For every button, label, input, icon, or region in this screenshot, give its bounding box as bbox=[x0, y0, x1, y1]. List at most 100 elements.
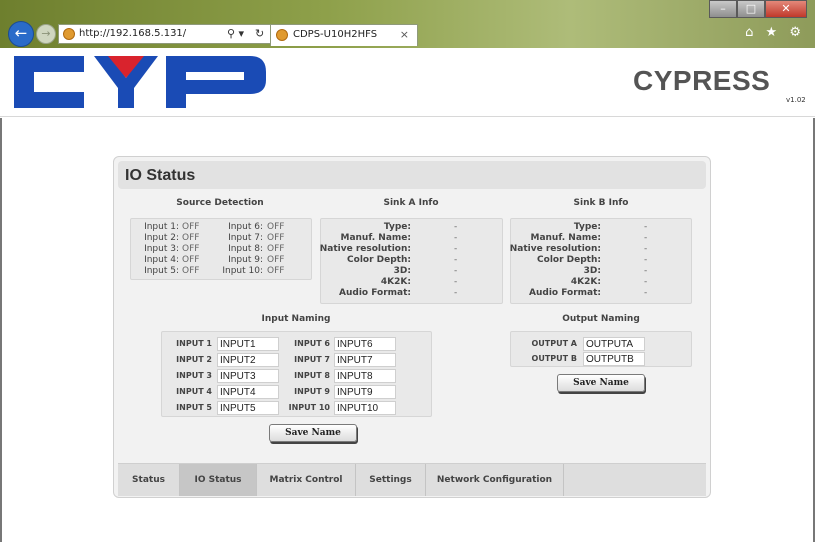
source-value: OFF bbox=[267, 244, 285, 254]
source-value: OFF bbox=[182, 222, 200, 232]
page-title: IO Status bbox=[125, 167, 196, 184]
brand-name: CYPRESS bbox=[633, 65, 771, 96]
output-naming-heading: Output Naming bbox=[562, 314, 640, 324]
input-name-label: INPUT 2 bbox=[176, 355, 212, 364]
input-name-field[interactable] bbox=[217, 385, 279, 399]
output-name-field[interactable] bbox=[583, 337, 645, 351]
version-label: v1.02 bbox=[786, 96, 806, 104]
minimize-button[interactable]: – bbox=[709, 0, 737, 18]
site-icon bbox=[63, 28, 75, 40]
back-arrow-icon[interactable]: ← bbox=[8, 21, 34, 47]
tab-close-icon[interactable]: × bbox=[400, 28, 409, 41]
source-label: Input 5: bbox=[144, 266, 179, 276]
sink-a-value: - bbox=[454, 244, 458, 254]
sink-a-value: - bbox=[454, 222, 458, 232]
sink-a-label: Manuf. Name: bbox=[340, 233, 411, 243]
source-value: OFF bbox=[182, 244, 200, 254]
source-detection-heading: Source Detection bbox=[176, 198, 264, 208]
output-name-label: OUTPUT B bbox=[531, 354, 577, 363]
source-label: Input 4: bbox=[144, 255, 179, 265]
refresh-icon[interactable]: ↻ bbox=[255, 27, 264, 40]
sink-b-label: Type: bbox=[573, 222, 601, 232]
sink-b-box: Type: - Manuf. Name: - Native resolution… bbox=[510, 218, 692, 304]
tab-title: CDPS-U10H2HFS bbox=[293, 29, 378, 40]
source-value: OFF bbox=[267, 233, 285, 243]
sink-b-label: Color Depth: bbox=[537, 255, 601, 265]
input-naming-heading: Input Naming bbox=[261, 314, 331, 324]
sink-a-label: Color Depth: bbox=[347, 255, 411, 265]
page-header: CYPRESS v1.02 bbox=[0, 48, 815, 118]
input-name-field[interactable] bbox=[334, 353, 396, 367]
sink-a-label: Audio Format: bbox=[339, 288, 411, 298]
sink-a-value: - bbox=[454, 255, 458, 265]
search-icon[interactable]: ⚲ ▾ bbox=[227, 27, 244, 40]
sink-a-label: Native resolution: bbox=[319, 244, 411, 254]
sink-b-value: - bbox=[644, 277, 648, 287]
source-value: OFF bbox=[182, 233, 200, 243]
input-name-field[interactable] bbox=[334, 385, 396, 399]
input-name-field[interactable] bbox=[217, 401, 279, 415]
input-name-field[interactable] bbox=[334, 401, 396, 415]
source-label: Input 3: bbox=[144, 244, 179, 254]
sink-b-label: Native resolution: bbox=[509, 244, 601, 254]
sink-a-box: Type: - Manuf. Name: - Native resolution… bbox=[320, 218, 503, 304]
tab-status[interactable]: Status bbox=[118, 464, 180, 496]
save-output-names-button[interactable]: Save Name bbox=[557, 374, 645, 392]
sink-a-value: - bbox=[454, 288, 458, 298]
input-name-field[interactable] bbox=[217, 353, 279, 367]
save-input-names-button[interactable]: Save Name bbox=[269, 424, 357, 442]
tab-io-status[interactable]: IO Status bbox=[180, 464, 257, 496]
input-name-label: INPUT 4 bbox=[176, 387, 212, 396]
close-button[interactable]: ✕ bbox=[765, 0, 807, 18]
io-status-panel: IO Status Source Detection Input 1: OFF … bbox=[113, 156, 711, 498]
sink-b-value: - bbox=[644, 266, 648, 276]
address-text[interactable]: http://192.168.5.131/ bbox=[79, 28, 186, 39]
sink-a-label: 3D: bbox=[393, 266, 411, 276]
sink-a-heading: Sink A Info bbox=[383, 198, 439, 208]
source-value: OFF bbox=[182, 255, 200, 265]
browser-tab[interactable]: CDPS-U10H2HFS × bbox=[270, 24, 418, 46]
sink-a-label: 4K2K: bbox=[380, 277, 411, 287]
input-name-label: INPUT 7 bbox=[294, 355, 330, 364]
sink-b-label: Audio Format: bbox=[529, 288, 601, 298]
source-label: Input 9: bbox=[228, 255, 263, 265]
input-name-label: INPUT 9 bbox=[294, 387, 330, 396]
source-value: OFF bbox=[267, 222, 285, 232]
tab-matrix-control[interactable]: Matrix Control bbox=[257, 464, 356, 496]
output-name-label: OUTPUT A bbox=[531, 339, 577, 348]
output-name-field[interactable] bbox=[583, 352, 645, 366]
bottom-tab-bar: Status IO Status Matrix Control Settings… bbox=[118, 463, 706, 496]
sink-b-heading: Sink B Info bbox=[573, 198, 629, 208]
source-label: Input 8: bbox=[228, 244, 263, 254]
address-bar[interactable]: http://192.168.5.131/ ⚲ ▾ ↻ bbox=[58, 24, 272, 44]
sink-b-label: Manuf. Name: bbox=[530, 233, 601, 243]
input-name-field[interactable] bbox=[334, 337, 396, 351]
source-label: Input 7: bbox=[228, 233, 263, 243]
source-value: OFF bbox=[267, 255, 285, 265]
toolbar-icons[interactable]: ⌂ ★ ⚙ bbox=[745, 25, 805, 40]
input-name-field[interactable] bbox=[334, 369, 396, 383]
input-name-label: INPUT 3 bbox=[176, 371, 212, 380]
input-name-field[interactable] bbox=[217, 369, 279, 383]
sink-b-value: - bbox=[644, 288, 648, 298]
input-name-field[interactable] bbox=[217, 337, 279, 351]
sink-a-label: Type: bbox=[383, 222, 411, 232]
header-divider bbox=[0, 116, 815, 117]
source-value: OFF bbox=[182, 266, 200, 276]
sink-b-value: - bbox=[644, 222, 648, 232]
sink-b-label: 3D: bbox=[583, 266, 601, 276]
source-detection-box: Input 1: OFF Input 2: OFF Input 3: OFF I… bbox=[130, 218, 312, 280]
tab-network-configuration[interactable]: Network Configuration bbox=[426, 464, 564, 496]
input-name-label: INPUT 10 bbox=[288, 403, 330, 412]
sink-a-value: - bbox=[454, 277, 458, 287]
tab-settings[interactable]: Settings bbox=[356, 464, 426, 496]
source-value: OFF bbox=[267, 266, 285, 276]
left-border bbox=[0, 118, 2, 542]
forward-arrow-icon[interactable]: → bbox=[36, 24, 56, 44]
source-label: Input 6: bbox=[228, 222, 263, 232]
input-name-label: INPUT 1 bbox=[176, 339, 212, 348]
source-label: Input 1: bbox=[144, 222, 179, 232]
input-name-label: INPUT 5 bbox=[176, 403, 212, 412]
maximize-button[interactable]: □ bbox=[737, 0, 765, 18]
sink-b-label: 4K2K: bbox=[570, 277, 601, 287]
